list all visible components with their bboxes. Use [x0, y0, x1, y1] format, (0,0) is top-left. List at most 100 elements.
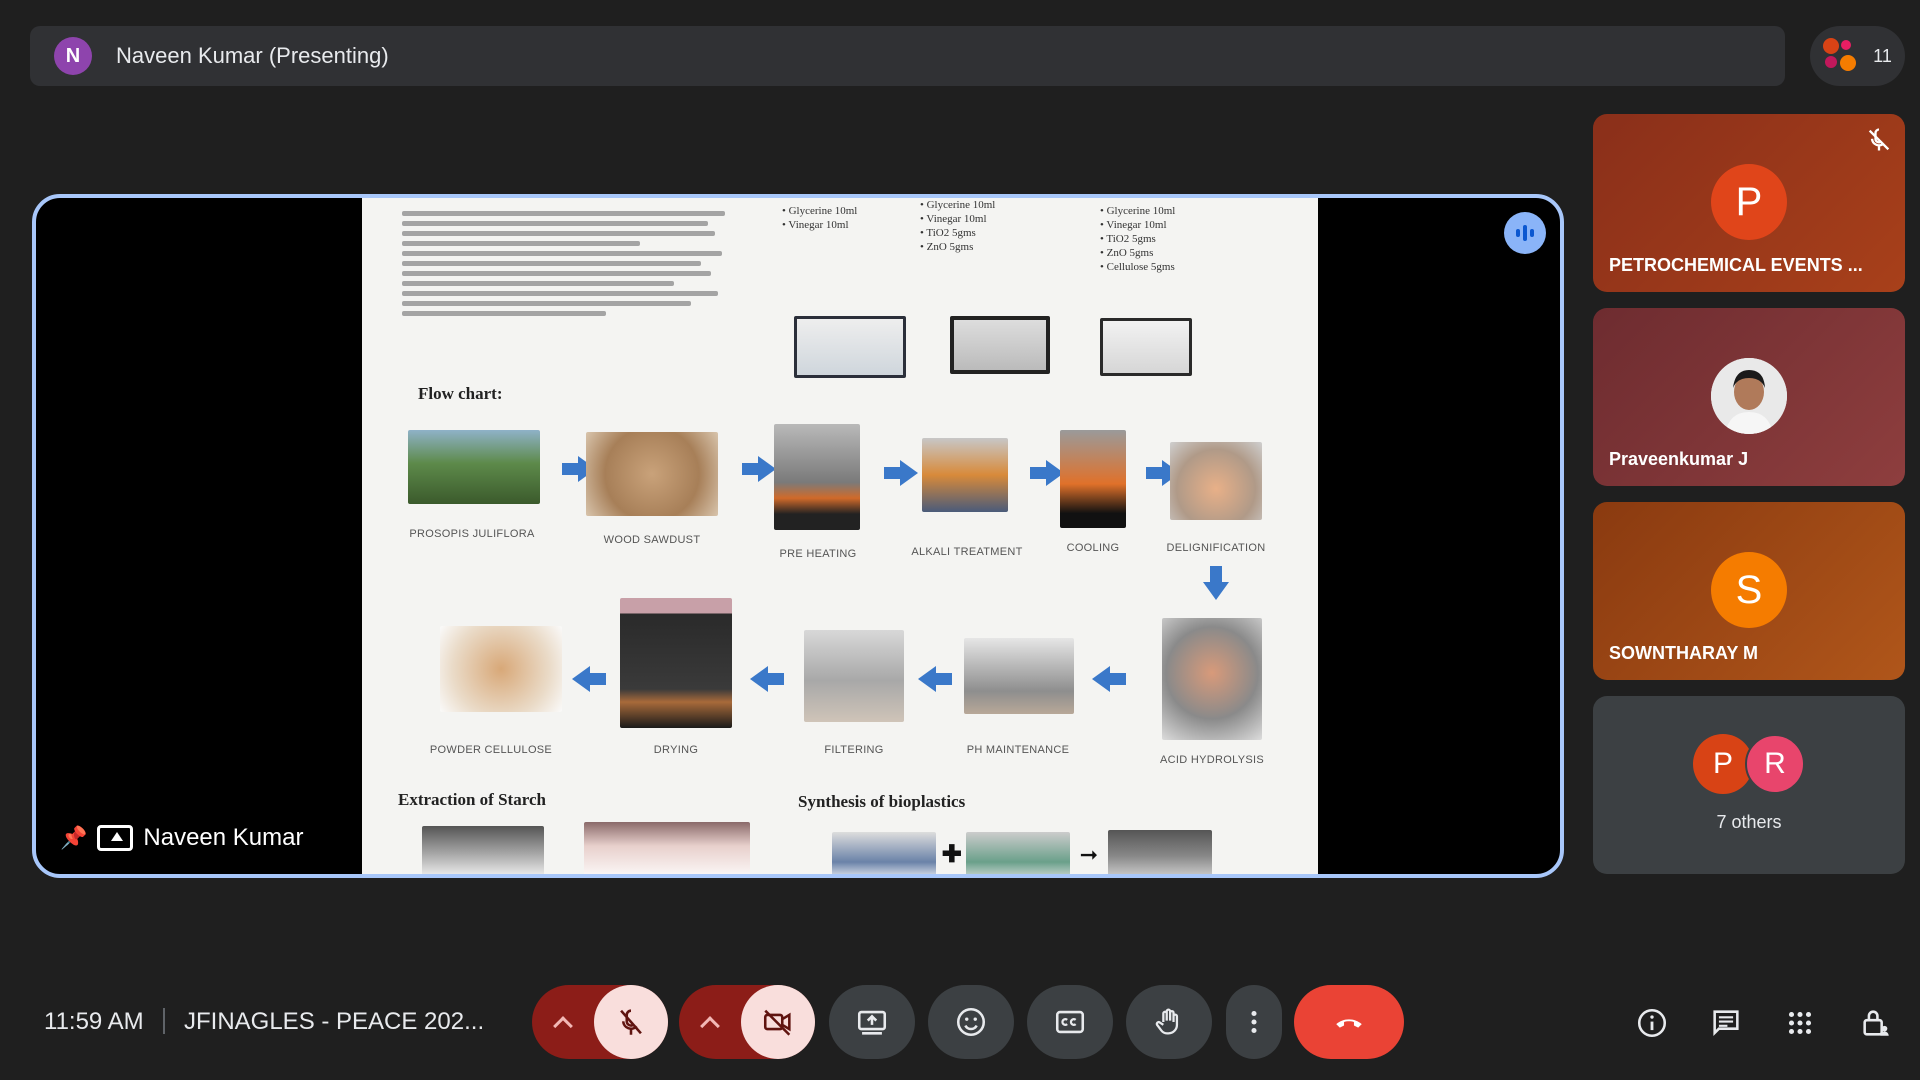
more-options-button[interactable] [1226, 985, 1282, 1059]
chat-button[interactable] [1706, 1003, 1746, 1043]
shared-slide: • Glycerine 10ml • Vinegar 10ml • Glycer… [362, 198, 1318, 874]
flow-image-ph [964, 638, 1074, 714]
flow-caption: COOLING [1066, 542, 1120, 554]
others-avatar-p: P [1693, 734, 1753, 794]
leave-call-button[interactable] [1294, 985, 1404, 1059]
bioplastic-image-1 [832, 832, 936, 874]
chevron-up-icon [553, 1016, 573, 1036]
others-label: 7 others [1716, 812, 1782, 832]
participant-avatar: P [1711, 164, 1787, 240]
participant-tile[interactable]: P PETROCHEMICAL EVENTS ... [1593, 114, 1905, 292]
info-icon [1637, 1008, 1667, 1038]
speaking-indicator-icon [1504, 212, 1546, 254]
meet-app: N Naveen Kumar (Presenting) 11 • Glyceri… [0, 0, 1920, 1080]
raise-hand-button[interactable] [1126, 985, 1212, 1059]
camera-control-group [679, 985, 815, 1059]
meeting-time: 11:59 AM [44, 1008, 144, 1035]
flow-caption: PRE HEATING [779, 548, 857, 560]
captions-button[interactable] [1027, 985, 1113, 1059]
flow-arrow-left [918, 666, 952, 692]
video-options-button[interactable] [679, 1011, 741, 1036]
participant-tile[interactable]: S SOWNTHARAY M [1593, 502, 1905, 680]
flow-image-prosopis [408, 430, 540, 504]
lock-person-icon [1863, 1010, 1889, 1036]
flow-caption: WOOD SAWDUST [603, 534, 701, 546]
starch-image-2 [584, 822, 750, 874]
participant-name: SOWNTHARAY M [1609, 643, 1759, 663]
flow-image-cooling [1060, 430, 1126, 528]
presenter-avatar: N [54, 37, 92, 75]
presenter-name: Naveen Kumar [143, 824, 304, 851]
flow-arrow-left [750, 666, 784, 692]
screen-share-icon [97, 825, 134, 851]
film-sample-1 [794, 316, 906, 378]
reactions-button[interactable] [928, 985, 1014, 1059]
participant-tile[interactable]: Praveenkumar J [1593, 308, 1905, 486]
recipe-list-3: • Glycerine 10ml • Vinegar 10ml • TiO2 5… [1100, 205, 1176, 273]
flow-image-alkali [922, 438, 1008, 512]
audio-options-button[interactable] [532, 1011, 594, 1036]
flow-image-preheating [774, 424, 860, 530]
flow-arrow-down [1203, 566, 1229, 600]
meeting-name: JFINAGLES - PEACE 202... [184, 1008, 485, 1035]
participant-avatar: S [1711, 552, 1787, 628]
flow-arrow-left [1092, 666, 1126, 692]
mic-off-icon [1868, 128, 1890, 151]
mic-off-icon [620, 1009, 642, 1035]
stage-name-label: 📌 Naveen Kumar [60, 824, 303, 852]
flow-caption: ACID HYDROLYSIS [1160, 754, 1264, 766]
bioplastic-image-2 [966, 832, 1070, 874]
participant-name: PETROCHEMICAL EVENTS ... [1609, 255, 1863, 275]
mic-toggle-button[interactable] [594, 985, 668, 1059]
present-screen-button[interactable] [829, 985, 915, 1059]
people-avatars-icon [1823, 38, 1859, 74]
people-button[interactable]: 11 [1810, 26, 1905, 86]
flow-image-delignification [1170, 442, 1262, 520]
flow-image-sawdust [586, 432, 718, 516]
flow-image-drying [620, 598, 732, 728]
activities-button[interactable] [1780, 1003, 1820, 1043]
meeting-details-button[interactable] [1632, 1003, 1672, 1043]
starch-image-1 [422, 826, 544, 874]
recipe-list-2: • Glycerine 10ml • Vinegar 10ml • TiO2 5… [920, 199, 996, 253]
participant-name: Praveenkumar J [1609, 449, 1749, 469]
more-vert-icon [1251, 1010, 1257, 1034]
flow-chart-heading: Flow chart: [418, 384, 503, 403]
presenting-banner: N Naveen Kumar (Presenting) [30, 26, 1785, 86]
pin-icon[interactable]: 📌 [60, 825, 87, 851]
others-avatar-r: R [1745, 734, 1805, 794]
recipe-list-1: • Glycerine 10ml • Vinegar 10ml [782, 205, 858, 231]
flow-caption: DRYING [653, 744, 699, 756]
arrow-right-icon: ➞ [1079, 842, 1099, 867]
section-heading-starch: Extraction of Starch [398, 790, 546, 809]
others-tile[interactable]: P R 7 others [1593, 696, 1905, 874]
bioplastic-image-3 [1108, 830, 1212, 874]
flow-caption: ALKALI TREATMENT [911, 546, 1023, 558]
divider [163, 1008, 165, 1034]
flow-image-filtering [804, 630, 904, 722]
participant-avatar-photo [1711, 358, 1787, 434]
film-sample-3 [1100, 318, 1192, 376]
hand-icon [1155, 1008, 1179, 1035]
participant-count: 11 [1873, 45, 1892, 66]
chevron-up-icon [700, 1016, 720, 1036]
apps-grid-icon [1788, 1011, 1812, 1035]
flow-image-acid [1162, 618, 1262, 740]
host-controls-button[interactable] [1856, 1003, 1896, 1043]
camera-toggle-button[interactable] [741, 985, 815, 1059]
flow-image-powder [440, 626, 562, 712]
presenting-title: Naveen Kumar (Presenting) [116, 43, 389, 68]
flow-caption: PH MAINTENANCE [966, 744, 1070, 756]
flow-caption: POWDER CELLULOSE [429, 744, 553, 756]
flow-arrow-right [884, 460, 918, 486]
presentation-stage[interactable]: • Glycerine 10ml • Vinegar 10ml • Glycer… [32, 194, 1564, 878]
plus-icon: ✚ [941, 841, 963, 868]
section-heading-bioplastics: Synthesis of bioplastics [798, 792, 966, 811]
flow-arrow-left [572, 666, 606, 692]
control-bar: 11:59 AM JFINAGLES - PEACE 202... [0, 968, 1920, 1068]
end-call-icon [1336, 1019, 1362, 1028]
mic-control-group [532, 985, 668, 1059]
captions-icon [1055, 1010, 1085, 1034]
emoji-icon [956, 1007, 986, 1037]
camera-off-icon [763, 1009, 791, 1036]
